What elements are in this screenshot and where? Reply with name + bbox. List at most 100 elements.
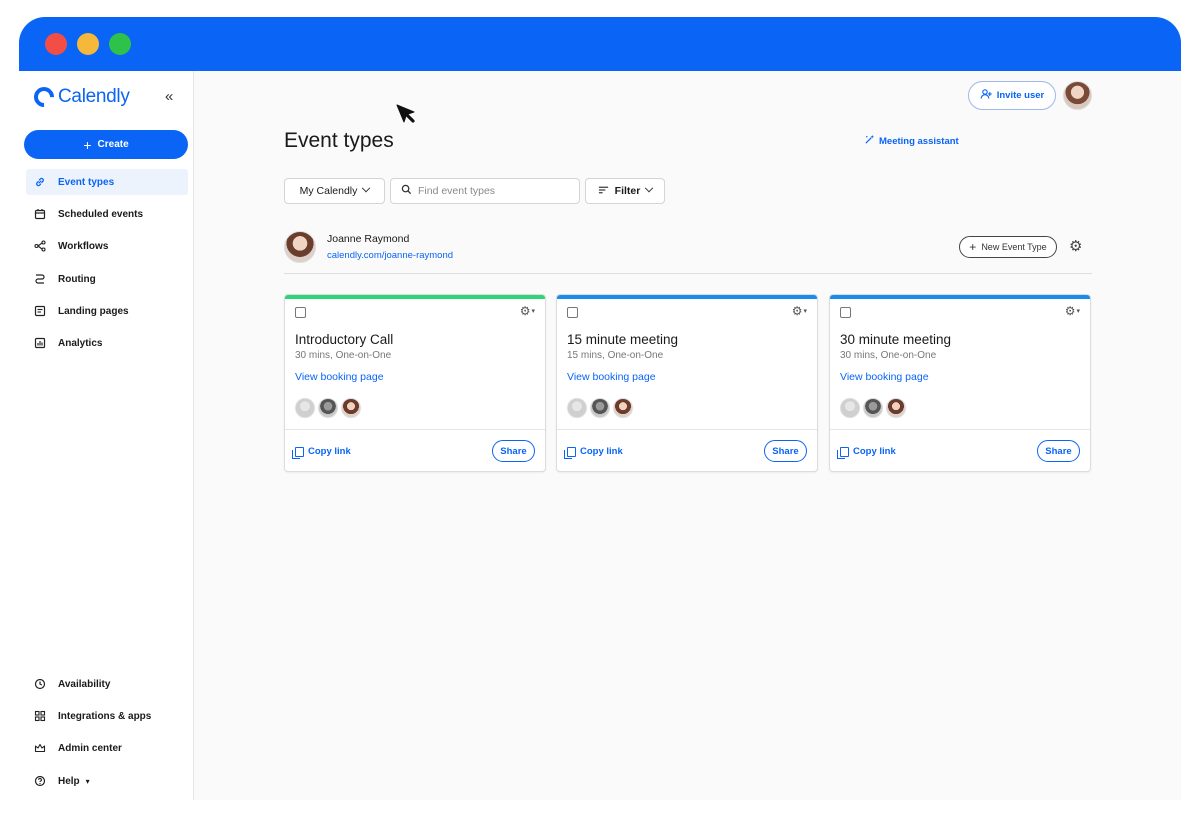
sidebar-item-integrations[interactable]: Integrations & apps (26, 703, 188, 729)
sidebar-item-routing[interactable]: Routing (26, 266, 188, 292)
sidebar-item-landing-pages[interactable]: Landing pages (26, 298, 188, 324)
avatar (840, 398, 860, 418)
gear-icon: ⚙ (1064, 304, 1076, 318)
view-booking-page-link[interactable]: View booking page (567, 371, 656, 383)
view-booking-page-link[interactable]: View booking page (295, 371, 384, 383)
copy-link-button[interactable]: Copy link (564, 446, 623, 459)
copy-icon (292, 446, 304, 459)
meeting-assistant-label: Meeting assistant (879, 135, 959, 147)
close-window-button[interactable] (45, 33, 67, 55)
app-window: Calendly « + Create Event types Schedule… (19, 17, 1181, 800)
grid-icon (34, 710, 46, 722)
sidebar-item-label: Event types (58, 176, 115, 188)
caret-down-icon: ▾ (803, 308, 807, 315)
sidebar-item-label: Availability (58, 678, 111, 690)
gear-icon: ⚙ (519, 304, 531, 318)
host-avatars (295, 398, 361, 418)
select-checkbox[interactable] (840, 307, 851, 318)
help-icon (34, 775, 46, 787)
event-details: 15 mins, One-on-One (567, 350, 664, 361)
sidebar-item-label: Integrations & apps (58, 710, 152, 722)
maximize-window-button[interactable] (109, 33, 131, 55)
card-color-bar (557, 295, 817, 299)
new-event-type-button[interactable]: + New Event Type (959, 236, 1057, 258)
sidebar-item-scheduled-events[interactable]: Scheduled events (26, 201, 188, 227)
mouse-cursor-icon (396, 104, 415, 123)
copy-link-label: Copy link (853, 446, 896, 457)
filter-icon (598, 185, 609, 198)
sidebar-item-label: Help (58, 775, 80, 787)
workflow-icon (34, 240, 46, 252)
copy-link-button[interactable]: Copy link (292, 446, 351, 459)
share-button[interactable]: Share (764, 440, 807, 462)
share-button[interactable]: Share (1037, 440, 1080, 462)
event-details: 30 mins, One-on-One (295, 350, 392, 361)
card-color-bar (285, 295, 545, 299)
event-details: 30 mins, One-on-One (840, 350, 937, 361)
clock-icon (34, 678, 46, 690)
avatar (567, 398, 587, 418)
sidebar-item-analytics[interactable]: Analytics (26, 330, 188, 356)
copy-icon (564, 446, 576, 459)
card-settings-button[interactable]: ⚙ ▾ (1065, 304, 1080, 318)
select-checkbox[interactable] (295, 307, 306, 318)
card-settings-button[interactable]: ⚙ ▾ (520, 304, 535, 318)
divider (557, 429, 817, 430)
settings-gear-icon[interactable]: ⚙ (1069, 239, 1085, 255)
sidebar-item-label: Admin center (58, 742, 122, 754)
card-settings-button[interactable]: ⚙ ▾ (792, 304, 807, 318)
create-button-label: Create (97, 139, 129, 150)
avatar (886, 398, 906, 418)
caret-down-icon: ▾ (1076, 308, 1080, 315)
share-button[interactable]: Share (492, 440, 535, 462)
event-type-card: ⚙ ▾ 30 minute meeting 30 mins, One-on-One… (829, 294, 1091, 472)
calendly-logo[interactable]: Calendly (29, 82, 130, 112)
select-checkbox[interactable] (567, 307, 578, 318)
invite-user-button[interactable]: Invite user (968, 81, 1056, 110)
sidebar-item-event-types[interactable]: Event types (26, 169, 188, 195)
caret-down-icon: ▾ (85, 776, 90, 786)
divider (830, 429, 1090, 430)
copy-link-button[interactable]: Copy link (837, 446, 896, 459)
caret-down-icon: ▾ (531, 308, 535, 315)
event-title: 15 minute meeting (567, 332, 679, 347)
collapse-sidebar-icon[interactable]: « (165, 88, 173, 105)
create-button[interactable]: + Create (24, 130, 188, 159)
chevron-down-icon (645, 183, 654, 193)
sidebar-item-help[interactable]: Help ▾ (26, 768, 188, 794)
user-name: Joanne Raymond (327, 233, 410, 245)
link-icon (34, 176, 46, 188)
account-avatar[interactable] (1063, 81, 1092, 110)
card-color-bar (830, 295, 1090, 299)
copy-link-label: Copy link (580, 446, 623, 457)
analytics-icon (34, 337, 46, 349)
avatar (295, 398, 315, 418)
avatar (318, 398, 338, 418)
avatar (863, 398, 883, 418)
user-booking-link[interactable]: calendly.com/joanne-raymond (327, 250, 453, 261)
app-name: Calendly (58, 86, 130, 107)
calendar-select[interactable]: My Calendly (284, 178, 385, 204)
meeting-assistant-link[interactable]: Meeting assistant (864, 134, 959, 148)
routing-icon (34, 273, 46, 285)
avatar (590, 398, 610, 418)
search-placeholder: Find event types (418, 185, 496, 197)
sidebar-item-workflows[interactable]: Workflows (26, 233, 188, 259)
event-type-card: ⚙ ▾ Introductory Call 30 mins, One-on-One… (284, 294, 546, 472)
divider (284, 273, 1092, 274)
invite-user-label: Invite user (996, 90, 1045, 101)
minimize-window-button[interactable] (77, 33, 99, 55)
host-avatars (567, 398, 633, 418)
sidebar-item-label: Analytics (58, 337, 103, 349)
sidebar-item-admin-center[interactable]: Admin center (26, 735, 188, 761)
page-title: Event types (284, 129, 394, 152)
window-titlebar (19, 17, 1181, 71)
search-icon (401, 184, 412, 198)
sidebar-item-availability[interactable]: Availability (26, 671, 188, 697)
view-booking-page-link[interactable]: View booking page (840, 371, 929, 383)
plus-icon: + (83, 136, 92, 153)
filter-button[interactable]: Filter (585, 178, 665, 204)
landing-page-icon (34, 305, 46, 317)
search-input[interactable]: Find event types (390, 178, 580, 204)
event-title: Introductory Call (295, 332, 394, 347)
